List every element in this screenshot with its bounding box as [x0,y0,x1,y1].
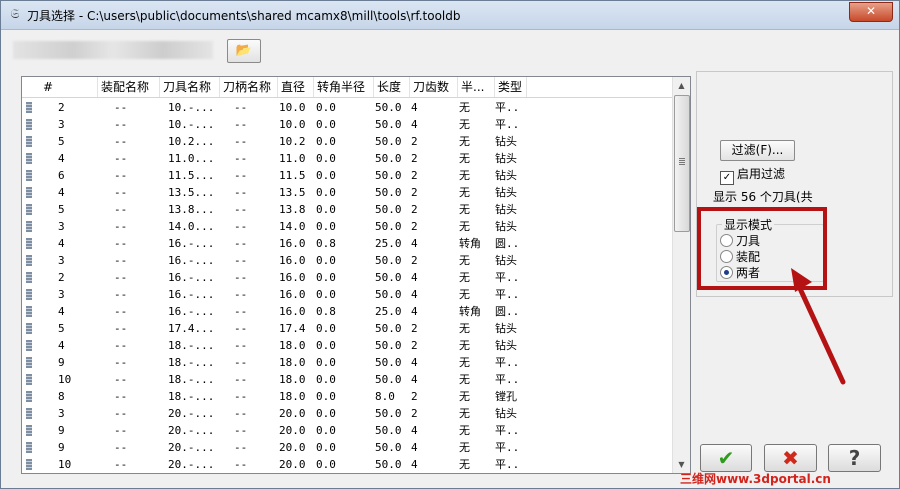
cross-icon: ✖ [782,446,799,470]
ok-button[interactable]: ✔ [700,444,752,472]
annotation-arrow-icon [791,268,846,385]
question-icon: ? [848,446,861,470]
help-button[interactable]: ? [828,444,881,472]
checkmark-icon: ✔ [717,446,735,470]
cancel-button[interactable]: ✖ [764,444,817,472]
watermark: 三维网www.3dportal.cn [680,472,831,486]
